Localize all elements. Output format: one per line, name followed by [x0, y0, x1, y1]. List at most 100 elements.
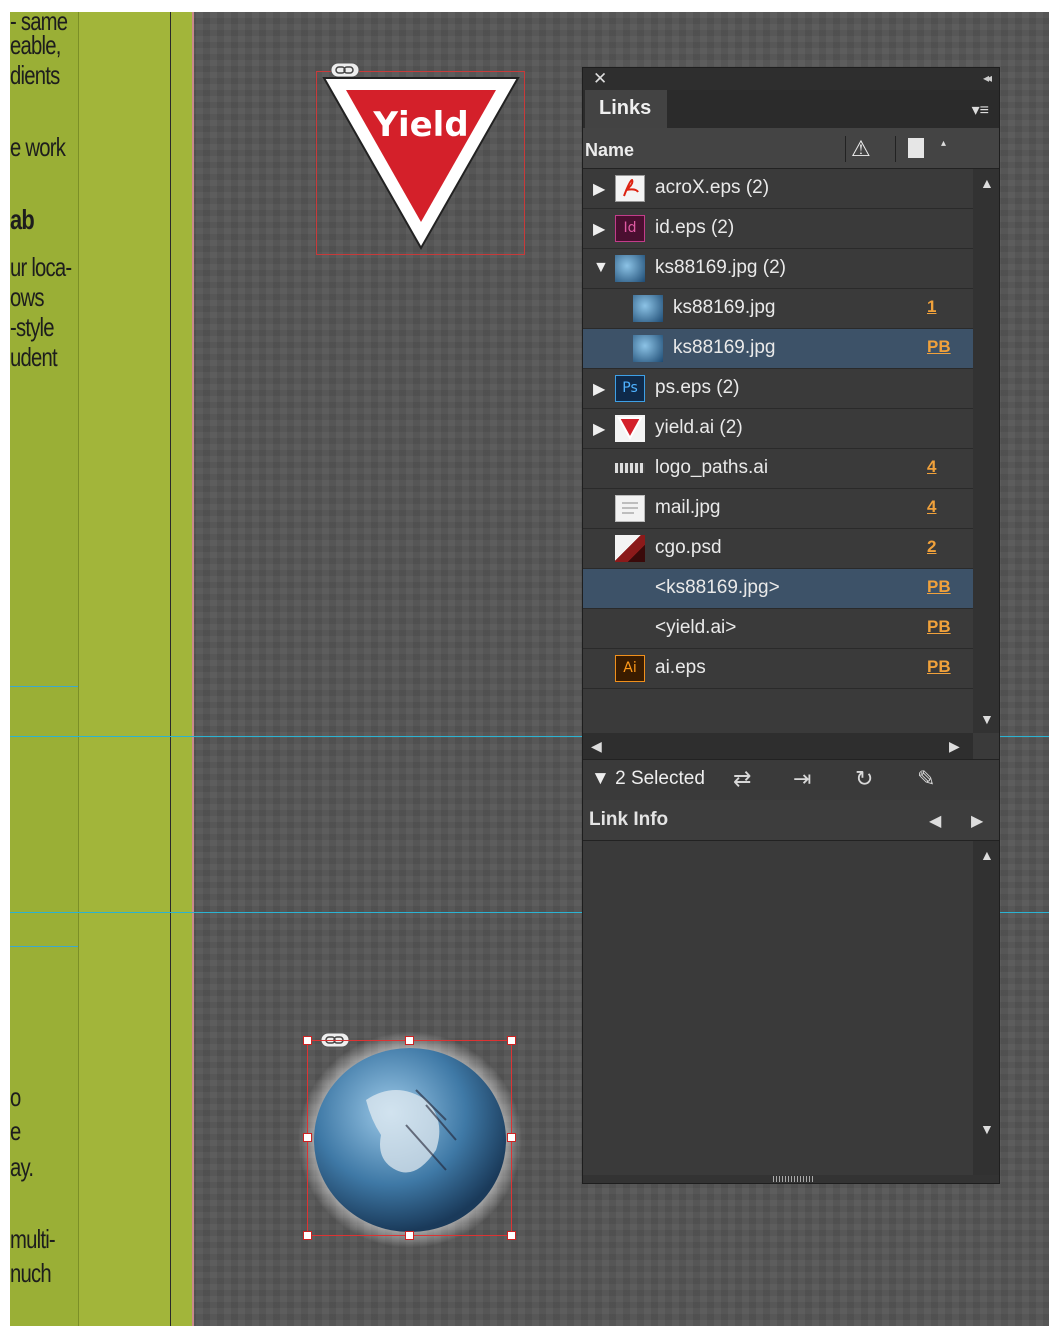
link-name: id.eps (2) [655, 217, 735, 238]
resize-handle[interactable] [507, 1036, 516, 1045]
link-page[interactable]: 4 [927, 497, 936, 517]
column-divider [170, 12, 171, 1326]
close-icon[interactable]: ✕ [593, 69, 607, 89]
previous-link-icon[interactable]: ◀ [929, 811, 941, 831]
panel-menu-icon[interactable]: ▾≡ [972, 100, 989, 120]
link-row-ks88169-embedded[interactable]: <ks88169.jpg> PB [583, 569, 973, 609]
collapse-triangle-icon[interactable]: ▼ [593, 259, 609, 277]
resize-handle[interactable] [507, 1231, 516, 1240]
link-row-yield[interactable]: ▶ yield.ai (2) [583, 409, 973, 449]
panel-tab-bar: Links ▾≡ [583, 90, 999, 128]
link-row-mail[interactable]: mail.jpg 4 [583, 489, 973, 529]
resize-grip-icon[interactable] [773, 1176, 813, 1182]
link-row-ps[interactable]: ▶ Ps ps.eps (2) [583, 369, 973, 409]
panel-title-bar[interactable]: ✕ ◂◂ [583, 68, 999, 90]
text-line: ows [10, 282, 45, 312]
resize-handle[interactable] [303, 1133, 312, 1142]
list-vertical-scrollbar[interactable]: ▲ ▼ [973, 169, 999, 733]
info-vertical-scrollbar[interactable]: ▲ ▼ [973, 841, 999, 1175]
resize-handle[interactable] [405, 1036, 414, 1045]
page-column-icon[interactable] [908, 138, 924, 158]
link-name: ks88169.jpg (2) [655, 257, 786, 278]
link-row-logo-paths[interactable]: logo_paths.ai 4 [583, 449, 973, 489]
links-list: ▶ acroX.eps (2) ▶ Id id.eps (2) ▼ ks8816… [583, 169, 973, 739]
expand-triangle-icon[interactable]: ▶ [593, 219, 605, 239]
link-page[interactable]: 2 [927, 537, 936, 557]
resize-handle[interactable] [507, 1133, 516, 1142]
text-line: ur loca- [10, 252, 72, 282]
text-line: ab [10, 204, 35, 235]
link-name: <ks88169.jpg> [655, 577, 780, 598]
globe-thumbnail-icon [615, 255, 645, 282]
pdf-icon [615, 175, 645, 202]
background-strip [79, 12, 192, 1326]
column-separator [895, 136, 896, 162]
link-page[interactable]: 4 [927, 457, 936, 477]
globe-thumbnail-icon [633, 295, 663, 322]
link-name: <yield.ai> [655, 617, 737, 638]
list-horizontal-scrollbar[interactable]: ◀ ▶ [583, 733, 973, 759]
name-column-header[interactable]: Name [585, 140, 634, 161]
scroll-down-icon[interactable]: ▼ [980, 711, 994, 727]
yield-sign-graphic[interactable]: Yield [318, 72, 524, 252]
link-row-acrox[interactable]: ▶ acroX.eps (2) [583, 169, 973, 209]
link-page[interactable]: PB [927, 617, 951, 637]
link-page[interactable]: PB [927, 657, 951, 677]
selection-count[interactable]: ▼ 2 Selected [591, 768, 705, 790]
expand-triangle-icon[interactable]: ▶ [593, 179, 605, 199]
sort-caret-icon[interactable]: ▴ [941, 138, 946, 149]
update-link-icon[interactable]: ↻ [855, 766, 873, 792]
expand-triangle-icon[interactable]: ▶ [593, 419, 605, 439]
scroll-right-icon[interactable]: ▶ [949, 738, 960, 755]
link-name: ai.eps [655, 657, 706, 678]
guide-line [10, 686, 78, 687]
link-page[interactable]: PB [927, 337, 951, 357]
resize-handle[interactable] [303, 1231, 312, 1240]
logo-thumbnail-icon [615, 463, 645, 473]
expand-triangle-icon[interactable]: ▶ [593, 379, 605, 399]
scroll-left-icon[interactable]: ◀ [591, 738, 602, 755]
text-line: nuch [10, 1258, 52, 1288]
text-line: e work [10, 132, 66, 162]
link-row-ai[interactable]: Ai ai.eps PB [583, 649, 973, 689]
scroll-up-icon[interactable]: ▲ [980, 175, 994, 191]
link-row-yield-embedded[interactable]: <yield.ai> PB [583, 609, 973, 649]
status-column-icon[interactable]: ⚠ [851, 136, 871, 162]
text-line: ay. [10, 1152, 34, 1182]
selection-toolbar: ▼ 2 Selected ⇄ ⇥ ↻ ✎ [583, 759, 999, 801]
edit-original-icon[interactable]: ✎ [917, 766, 935, 792]
horizontal-guide [10, 912, 582, 913]
link-page[interactable]: 1 [927, 297, 936, 317]
canvas: - same eable, dients e work ab ur loca- … [0, 12, 1049, 1326]
collapse-caret-icon: ▼ [591, 768, 610, 789]
text-line: o [10, 1082, 21, 1112]
link-row-cgo[interactable]: cgo.psd 2 [583, 529, 973, 569]
collapse-icon[interactable]: ◂◂ [983, 71, 992, 85]
scroll-down-icon[interactable]: ▼ [980, 1121, 994, 1137]
globe-thumbnail-icon [633, 335, 663, 362]
link-row-ks88169-group[interactable]: ▼ ks88169.jpg (2) [583, 249, 973, 289]
link-info-header: Link Info ◀ ▶ [583, 800, 999, 841]
scroll-up-icon[interactable]: ▲ [980, 847, 994, 863]
resize-handle[interactable] [405, 1231, 414, 1240]
text-line: udent [10, 342, 58, 372]
photoshop-icon: Ps [615, 375, 645, 402]
relink-icon[interactable]: ⇄ [733, 766, 751, 792]
link-row-id[interactable]: ▶ Id id.eps (2) [583, 209, 973, 249]
yield-thumbnail-icon [615, 415, 645, 442]
illustrator-icon: Ai [615, 655, 645, 682]
horizontal-guide [10, 736, 582, 737]
text-line: -style [10, 312, 55, 342]
link-row-ks88169-instance[interactable]: ks88169.jpg 1 [583, 289, 973, 329]
page-edge [0, 12, 10, 1326]
next-link-icon[interactable]: ▶ [971, 811, 983, 831]
tab-links[interactable]: Links [585, 90, 667, 128]
link-row-ks88169-instance-selected[interactable]: ks88169.jpg PB [583, 329, 973, 369]
text-column[interactable]: - same eable, dients e work ab ur loca- … [10, 12, 78, 1326]
go-to-link-icon[interactable]: ⇥ [793, 766, 811, 792]
link-page[interactable]: PB [927, 577, 951, 597]
column-header: Name ⚠ ▴ [583, 128, 999, 169]
text-line: multi- [10, 1224, 56, 1254]
resize-handle[interactable] [303, 1036, 312, 1045]
globe-graphic-frame[interactable] [307, 1040, 512, 1236]
